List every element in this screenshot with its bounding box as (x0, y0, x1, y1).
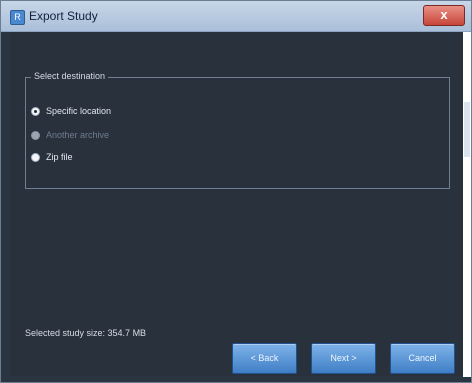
title-bar[interactable]: R Export Study x (1, 1, 471, 32)
close-button[interactable]: x (423, 5, 465, 26)
radio-zip-file-label: Zip file (46, 152, 73, 162)
scroll-thumb[interactable] (464, 102, 470, 157)
destination-group-label: Select destination (31, 71, 109, 81)
radio-another-archive-row: Another archive (31, 130, 109, 140)
radio-zip-file-row[interactable]: Zip file (31, 152, 73, 162)
cancel-button[interactable]: Cancel (390, 343, 455, 374)
radio-another-archive (31, 130, 40, 140)
export-study-window: R Export Study x Select destination Spec… (0, 0, 472, 383)
window-title: Export Study (29, 9, 98, 23)
radio-specific-location[interactable] (31, 106, 40, 116)
radio-another-archive-label: Another archive (46, 130, 110, 140)
selected-study-size: Selected study size: 354.7 MB (25, 328, 147, 338)
next-button[interactable]: Next > (311, 343, 376, 374)
scrollbar[interactable] (463, 32, 471, 377)
app-icon: R (10, 10, 25, 25)
radio-specific-location-label: Specific location (46, 106, 112, 116)
radio-zip-file[interactable] (31, 152, 40, 162)
back-button[interactable]: < Back (232, 343, 297, 374)
radio-specific-location-row[interactable]: Specific location (31, 106, 111, 116)
